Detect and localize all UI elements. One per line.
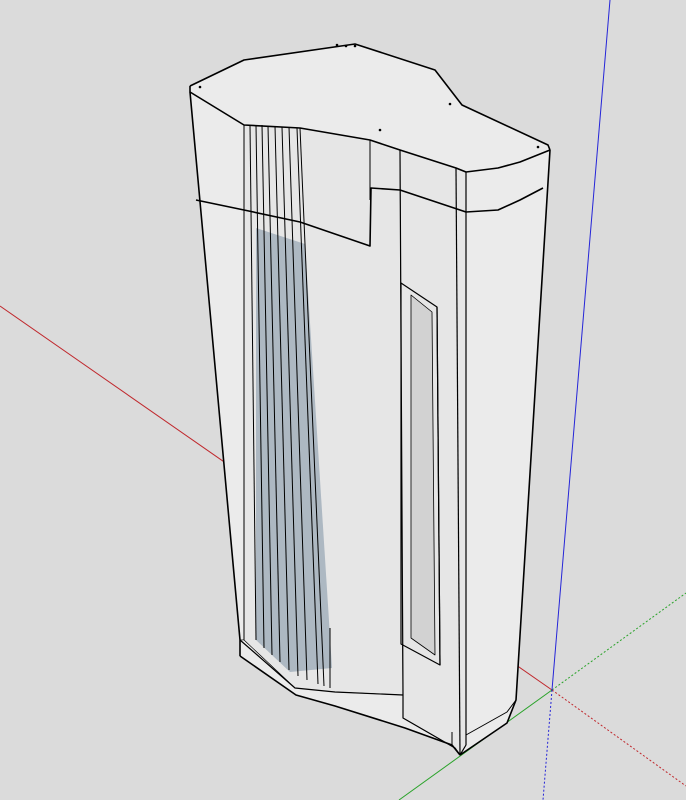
right-side-face[interactable] — [459, 149, 551, 756]
green-axis-dotted — [551, 592, 686, 691]
tower-model[interactable] — [189, 43, 551, 756]
blue-axis-dotted — [542, 689, 553, 800]
blue-axis-solid — [551, 0, 611, 691]
slot-window-inner — [411, 295, 435, 655]
model-scene[interactable] — [0, 0, 686, 800]
sketchup-3d-viewport[interactable] — [0, 0, 686, 800]
red-axis-dotted — [551, 689, 686, 787]
